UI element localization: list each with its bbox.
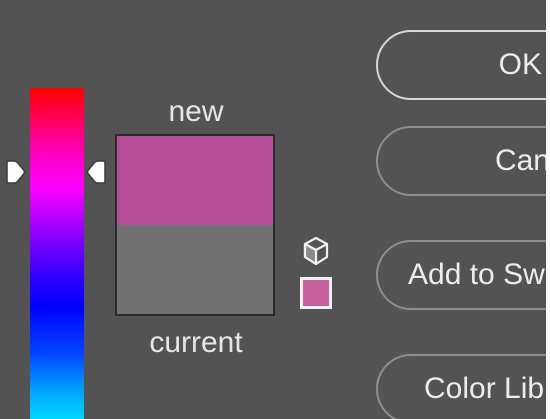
cube-icon[interactable] <box>302 236 330 266</box>
color-libraries-button[interactable]: Color Lib <box>376 354 550 419</box>
add-to-swatches-button[interactable]: Add to Sw <box>376 240 550 310</box>
add-to-swatches-button-label: Add to Sw <box>408 258 545 291</box>
window-edge <box>546 0 550 419</box>
color-picker-dialog: new current OK Canc Add to Sw Color Lib <box>0 0 550 419</box>
color-comparison-swatch <box>115 134 275 316</box>
ok-button-label: OK <box>498 48 542 81</box>
hue-handle-left-icon[interactable] <box>4 159 26 185</box>
new-color-swatch <box>117 136 273 225</box>
current-color-swatch[interactable] <box>117 225 273 314</box>
cancel-button-label: Canc <box>494 144 550 177</box>
websafe-color-swatch[interactable] <box>300 277 332 309</box>
color-libraries-button-label: Color Lib <box>424 372 545 405</box>
hue-handle-right-icon[interactable] <box>86 159 108 185</box>
new-color-label: new <box>168 95 224 128</box>
cancel-button[interactable]: Canc <box>376 126 550 196</box>
hue-slider[interactable] <box>30 88 84 419</box>
ok-button[interactable]: OK <box>376 30 550 100</box>
current-color-label: current <box>149 326 243 359</box>
